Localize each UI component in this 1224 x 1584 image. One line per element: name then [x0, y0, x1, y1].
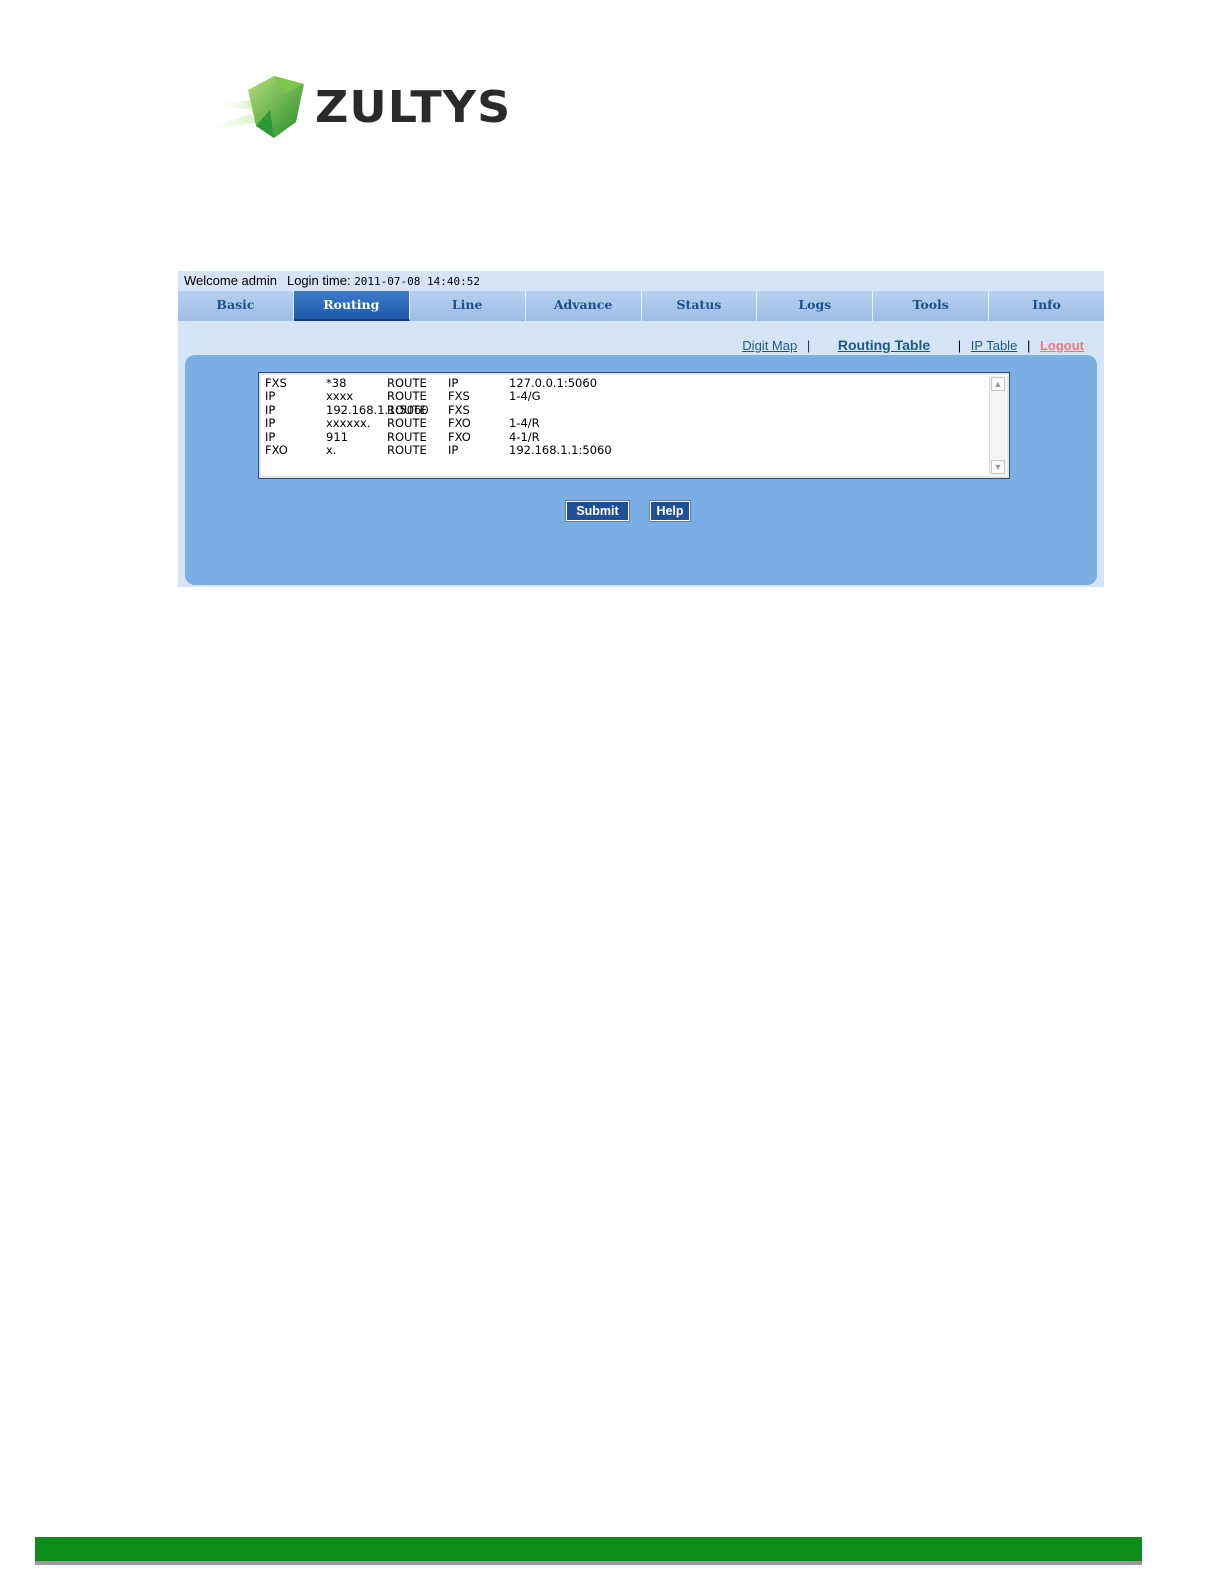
separator: |	[1026, 338, 1031, 353]
routing-table-link[interactable]: Routing Table	[838, 337, 930, 353]
route-row: IP 192.168.1.1:5060 ROUTE FXS	[265, 402, 985, 417]
route-cell	[509, 404, 709, 417]
login-time: 2011-07-08 14:40:52	[354, 275, 481, 288]
footer-bar	[35, 1537, 1142, 1565]
logo-mark-icon	[195, 76, 304, 138]
tab-advance[interactable]: Advance	[526, 291, 642, 321]
route-cell: IP	[265, 429, 276, 444]
route-cell: IP	[265, 389, 276, 404]
route-row: IP 911 ROUTE FXO 4-1/R	[265, 429, 985, 444]
route-cell: x.	[326, 443, 337, 458]
route-cell: 1-4/R	[509, 416, 540, 431]
routing-content-box: FXS *38 ROUTE IP 127.0.0.1:5060 IP xxxx ROUTE FX…	[185, 355, 1097, 585]
routing-table-textarea[interactable]: FXS *38 ROUTE IP 127.0.0.1:5060 IP xxxx ROUTE FX…	[258, 372, 1010, 479]
scroll-down-icon[interactable]: ▼	[991, 460, 1005, 474]
login-label: Login time:	[286, 273, 351, 288]
tab-line[interactable]: Line	[410, 291, 526, 321]
route-cell: FXS	[448, 402, 470, 417]
route-cell: ROUTE	[387, 376, 427, 390]
welcome-text: Welcome admin	[184, 273, 277, 288]
route-cell: IP	[265, 402, 276, 417]
route-cell: ROUTE	[387, 443, 427, 458]
route-cell: *38	[326, 376, 347, 390]
route-cell: FXO	[265, 443, 288, 458]
route-row: IP xxxxxx. ROUTE FXO 1-4/R	[265, 416, 985, 431]
ip-table-link[interactable]: IP Table	[971, 338, 1018, 353]
separator: |	[957, 338, 962, 353]
submit-button[interactable]: Submit	[565, 500, 630, 522]
route-cell: ROUTE	[387, 429, 427, 444]
route-cell: 192.168.1.1:5060	[509, 443, 612, 458]
main-tabs: Basic Routing Line Advance Status Logs T…	[178, 291, 1104, 321]
welcome-bar: Welcome admin Login time: 2011-07-08 14:4…	[178, 271, 1104, 291]
separator: |	[806, 338, 811, 353]
route-cell: IP	[448, 443, 459, 458]
sub-navigation: Digit Map | Routing Table | IP Table | L…	[742, 337, 1084, 353]
routing-rules: FXS *38 ROUTE IP 127.0.0.1:5060 IP xxxx ROUTE FX…	[265, 376, 985, 458]
route-cell: xxxx	[326, 389, 354, 404]
route-cell: FXO	[448, 429, 471, 444]
route-cell: FXO	[448, 416, 471, 431]
route-cell: 127.0.0.1:5060	[509, 376, 598, 390]
route-cell: FXS	[265, 376, 287, 390]
route-cell: xxxxxx.	[326, 416, 371, 431]
tab-tools[interactable]: Tools	[873, 291, 990, 321]
vertical-scrollbar[interactable]: ▲ ▼	[989, 376, 1006, 475]
route-cell: FXS	[448, 389, 470, 404]
route-cell: IP	[265, 416, 276, 431]
route-row: FXS *38 ROUTE IP 127.0.0.1:5060	[265, 376, 985, 390]
route-cell: ROUTE	[387, 416, 427, 431]
help-button[interactable]: Help	[649, 500, 691, 522]
logo-wordmark: ZULTYS	[315, 81, 512, 133]
tab-info[interactable]: Info	[989, 291, 1104, 321]
logout-link[interactable]: Logout	[1040, 338, 1084, 353]
route-cell: 911	[326, 429, 348, 444]
scroll-up-icon[interactable]: ▲	[991, 377, 1005, 391]
tab-logs[interactable]: Logs	[757, 291, 874, 321]
route-cell: 192.168.1.1:5060	[326, 402, 429, 417]
route-cell: ROUTE	[387, 389, 427, 404]
route-row: FXO x. ROUTE IP 192.168.1.1:5060	[265, 443, 985, 458]
route-cell: 4-1/R	[509, 429, 540, 444]
digit-map-link[interactable]: Digit Map	[742, 338, 797, 353]
tab-status[interactable]: Status	[642, 291, 758, 321]
tab-basic[interactable]: Basic	[178, 291, 294, 321]
zultys-logo: ZULTYS	[190, 70, 520, 150]
admin-panel: Welcome admin Login time: 2011-07-08 14:4…	[178, 271, 1104, 587]
route-row: IP xxxx ROUTE FXS 1-4/G	[265, 389, 985, 404]
route-cell: IP	[448, 376, 459, 390]
route-cell: 1-4/G	[509, 389, 541, 404]
route-cell: ROUTE	[387, 402, 427, 417]
tab-routing[interactable]: Routing	[293, 291, 410, 321]
